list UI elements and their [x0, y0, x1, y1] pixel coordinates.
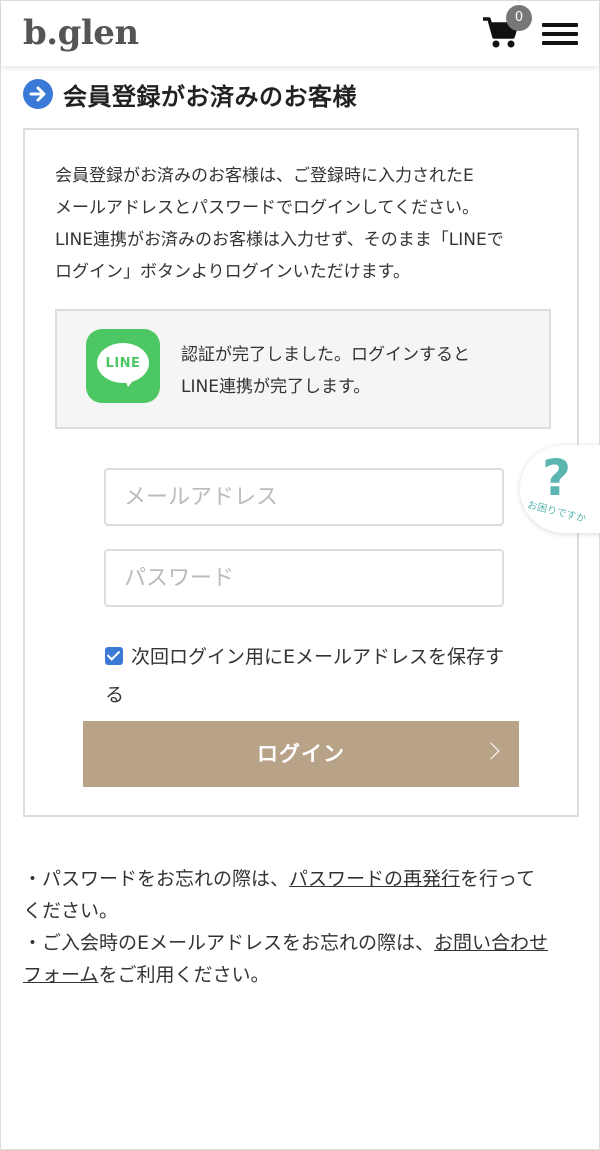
contact-form-link-cont[interactable]: フォーム [23, 964, 98, 986]
note-text: を行って [460, 868, 536, 890]
intro-line: 会員登録がお済みのお客様は、ご登録時に入力されたE [55, 166, 474, 186]
note-text: ・パスワードをお忘れの際は、 [23, 868, 290, 890]
save-email-checkbox[interactable] [105, 647, 123, 665]
note-password: ・パスワードをお忘れの際は、パスワードの再発行を行って [23, 863, 583, 895]
section-heading: 会員登録がお済みのお客様 [23, 79, 357, 111]
line-logo-icon: LINE [86, 329, 160, 403]
line-logo-text: LINE [105, 356, 141, 371]
page-title: 会員登録がお済みのお客様 [63, 82, 357, 111]
password-reissue-link[interactable]: パスワードの再発行 [289, 868, 460, 890]
note-text: ください。 [23, 900, 119, 922]
save-email-label-cont: る [105, 684, 125, 706]
note-email-cont: フォームをご利用ください。 [23, 959, 583, 991]
contact-form-link[interactable]: お問い合わせ [434, 932, 548, 954]
brand-logo[interactable]: b.glen [23, 13, 139, 53]
save-email-label: 次回ログイン用にEメールアドレスを保存す [131, 646, 505, 668]
line-status-message: 認証が完了しました。ログインすると LINE連携が完了します。 [181, 339, 531, 403]
password-field[interactable] [104, 549, 504, 607]
save-email-option[interactable]: 次回ログイン用にEメールアドレスを保存す る [105, 638, 545, 714]
arrow-right-icon [23, 79, 53, 109]
note-email: ・ご入会時のEメールアドレスをお忘れの際は、お問い合わせ [23, 927, 583, 959]
intro-text: 会員登録がお済みのお客様は、ご登録時に入力されたE メールアドレスとパスワードで… [55, 160, 545, 288]
login-button[interactable]: ログイン [83, 721, 519, 787]
line-message-line: 認証が完了しました。ログインすると [181, 345, 470, 365]
help-widget[interactable]: ? お困りですか [520, 445, 600, 533]
line-status-box: LINE 認証が完了しました。ログインすると LINE連携が完了します。 [55, 309, 551, 429]
site-header: b.glen 0 [1, 1, 599, 67]
hamburger-menu-icon[interactable] [542, 23, 578, 45]
intro-line: ログイン」ボタンよりログインいただけます。 [55, 262, 410, 282]
note-text: をご利用ください。 [98, 964, 270, 986]
chevron-right-icon [482, 742, 500, 760]
intro-line: LINE連携がお済みのお客様は入力せず、そのまま「LINEで [55, 230, 504, 250]
note-text: ・ご入会時のEメールアドレスをお忘れの際は、 [23, 932, 435, 954]
cart-count-badge: 0 [506, 5, 532, 31]
email-field[interactable] [104, 468, 504, 526]
login-panel: 会員登録がお済みのお客様は、ご登録時に入力されたE メールアドレスとパスワードで… [23, 128, 579, 817]
help-notes: ・パスワードをお忘れの際は、パスワードの再発行を行って ください。 ・ご入会時の… [23, 863, 583, 991]
login-button-label: ログイン [257, 742, 345, 766]
question-mark-icon: ? [542, 449, 572, 507]
intro-line: メールアドレスとパスワードでログインしてください。 [55, 198, 479, 218]
line-message-line: LINE連携が完了します。 [181, 377, 371, 397]
